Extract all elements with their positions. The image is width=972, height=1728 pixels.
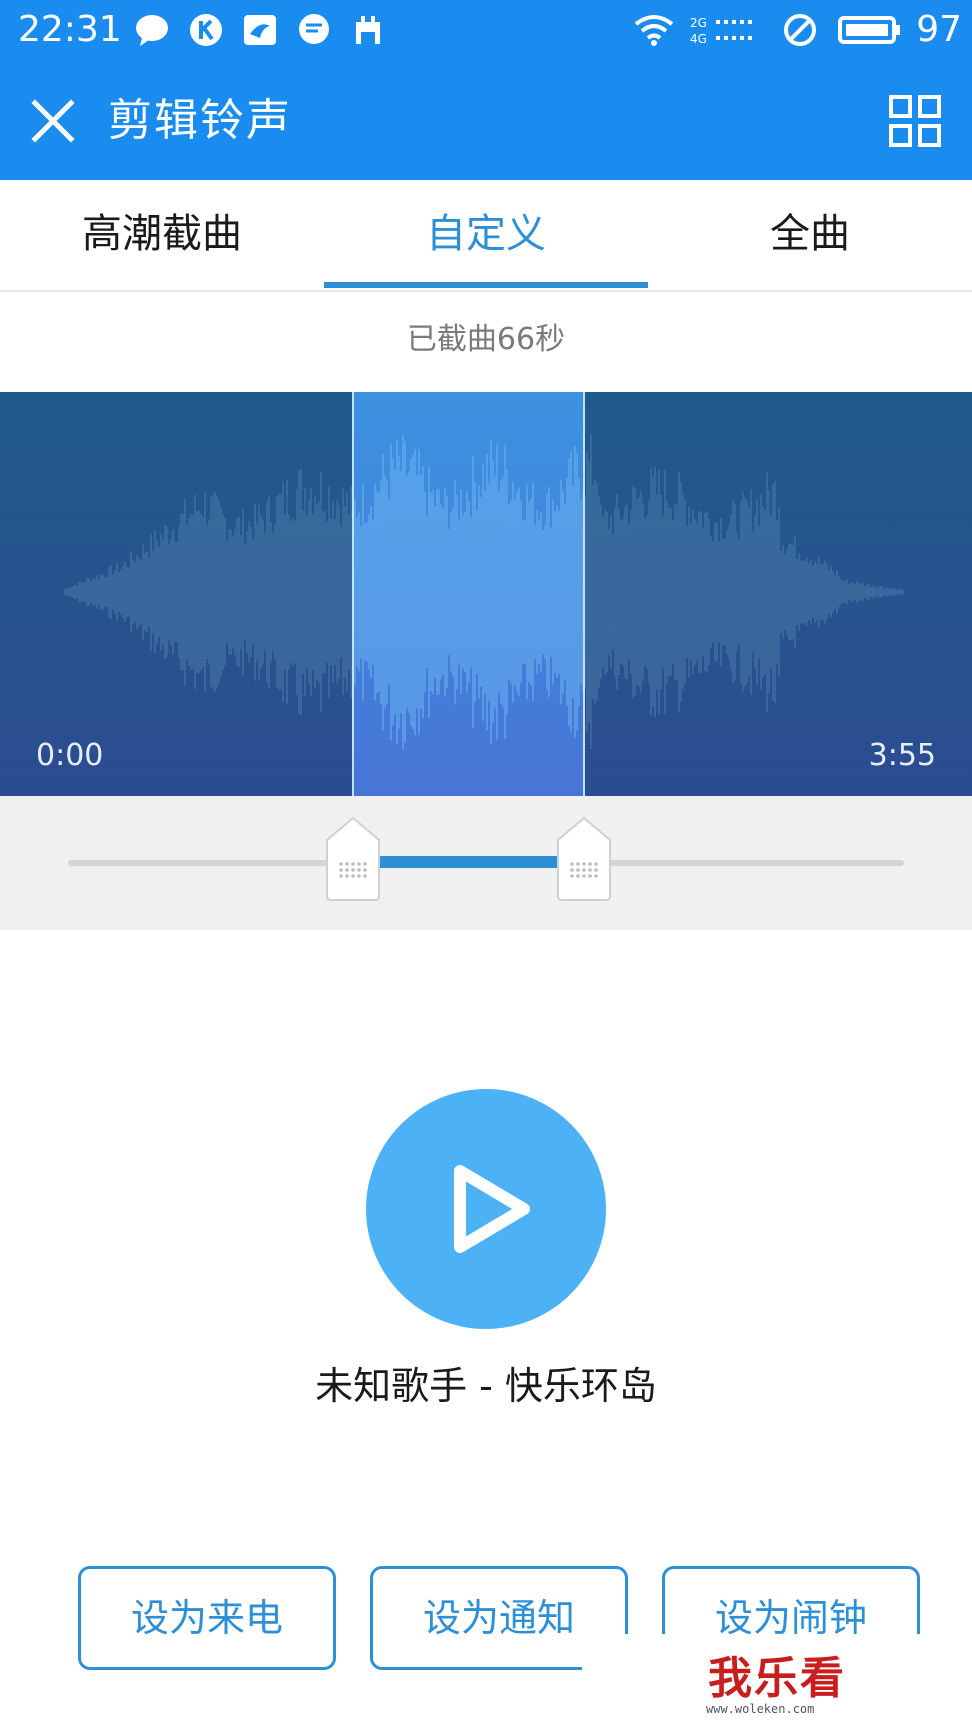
status-time: 22:31 [18,9,122,50]
end-time: 3:55 [868,738,936,773]
song-title: 未知歌手 - 快乐环岛 [315,1364,657,1408]
waveform-panel[interactable]: 0:00 3:55 [0,392,972,796]
page-title: 剪辑铃声 [108,95,292,146]
close-icon [31,99,75,143]
grid-icon [889,95,941,147]
slider-start-handle[interactable] [325,816,381,902]
play-icon [454,1165,530,1253]
calendar-icon [356,16,380,44]
grid-menu-button[interactable] [886,92,944,150]
slider-selected-range [352,856,584,868]
tab-bar: 高潮截曲 自定义 全曲 [0,180,972,292]
tab-full-song[interactable]: 全曲 [648,180,972,288]
set-ringtone-button[interactable]: 设为来电 [78,1566,336,1670]
tab-highlight-clip[interactable]: 高潮截曲 [0,180,324,288]
bird-app-icon [244,15,276,45]
watermark: 我乐看 www.woleken.com [582,1634,972,1728]
close-button[interactable] [22,90,84,152]
watermark-logo-text: 我乐看 [708,1653,846,1704]
wifi-icon [634,15,674,46]
signal-2g-4g-icon: 2G 4G [690,16,752,46]
range-slider-panel [0,796,972,930]
watermark-url: www.woleken.com [706,1702,815,1716]
title-bar: 剪辑铃声 [0,62,972,180]
clip-duration-label: 已截曲66秒 [406,322,566,357]
slider-end-handle[interactable] [556,816,612,902]
k-app-icon [190,14,222,46]
svg-text:4G: 4G [690,32,707,46]
svg-text:2G: 2G [690,16,707,30]
tab-indicator [324,282,648,288]
do-not-disturb-icon [784,14,816,46]
status-bar: 22:31 2G 4G 97 [0,0,972,62]
battery-level: 97 [916,9,962,50]
message-icon [299,14,329,44]
play-button[interactable] [366,1089,606,1329]
start-time: 0:00 [36,738,104,773]
tab-custom[interactable]: 自定义 [324,180,648,288]
waveform [64,434,904,750]
battery-icon [838,16,900,44]
chat-bubble-icon [136,15,168,46]
selection-start-line [352,392,354,796]
selection-end-line [583,392,585,796]
